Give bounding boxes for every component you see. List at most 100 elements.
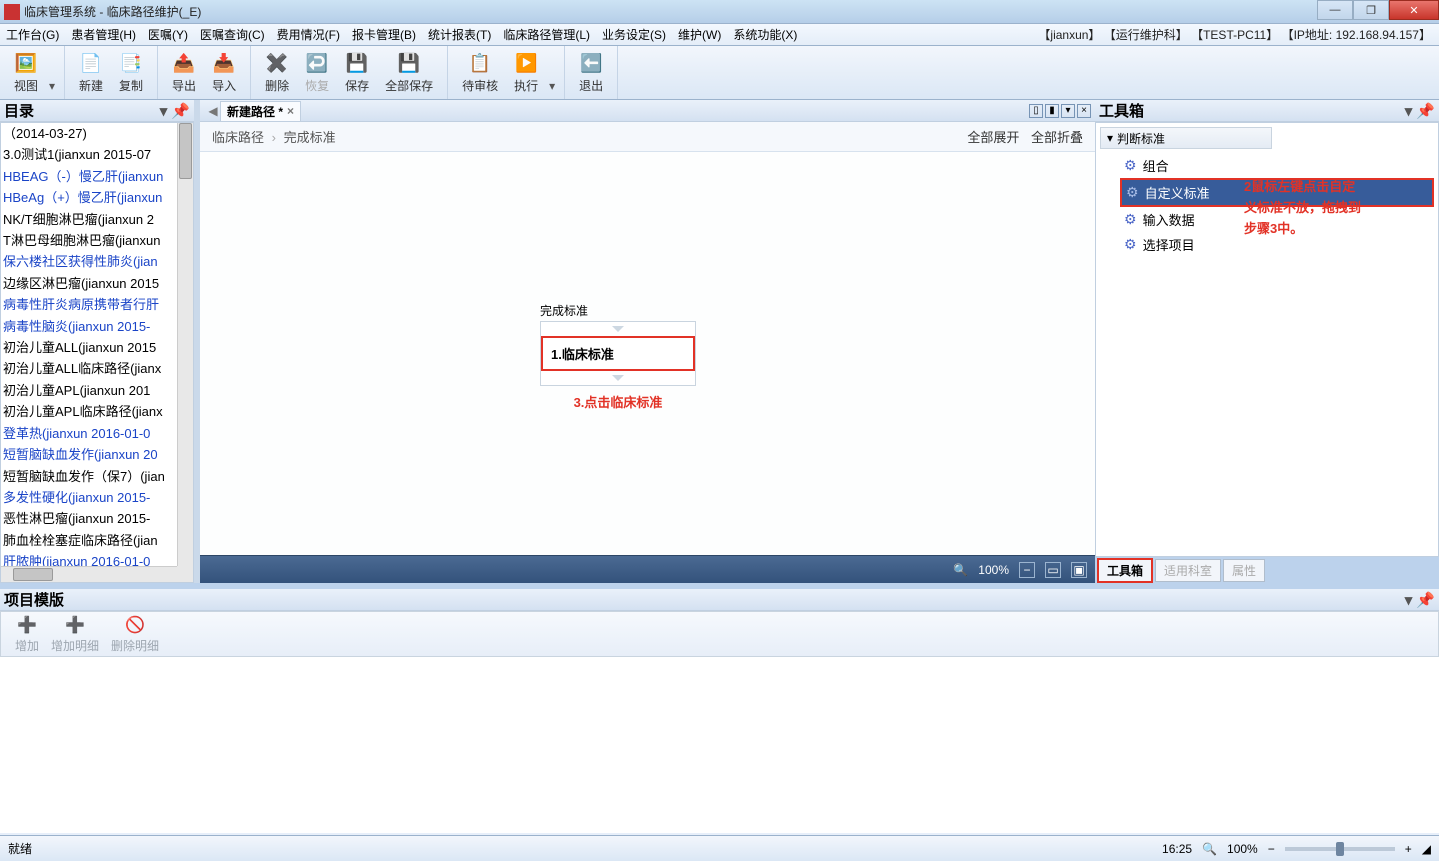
editor-canvas[interactable]: 完成标准 1.临床标准 3.点击临床标准 [200, 152, 1095, 555]
directory-list-item[interactable]: 登革热(jianxun 2016-01-0 [1, 423, 177, 444]
directory-list-item[interactable]: 恶性淋巴瘤(jianxun 2015- [1, 508, 177, 529]
menu-item[interactable]: 医嘱查询(C) [194, 24, 271, 45]
zoom-minus-icon[interactable]: − [1268, 842, 1275, 856]
view-dropdown[interactable]: ▾ [46, 46, 58, 99]
panel-menu-icon[interactable]: ▾ [160, 102, 168, 120]
tabbar-layout2-icon[interactable]: ▮ [1045, 104, 1059, 118]
panel-pin-icon[interactable]: 📌 [1416, 102, 1435, 120]
collapse-all-link[interactable]: 全部折叠 [1031, 130, 1083, 145]
toolbox-panel: 工具箱 ▾ 📌 ▾ 判断标准 ⚙组合⚙自定义标准⚙输入数据⚙选择项目 2鼠标左键… [1095, 100, 1439, 583]
menu-item[interactable]: 医嘱(Y) [142, 24, 194, 45]
execute-button[interactable]: ▶️ 执行 [506, 49, 546, 96]
zoom-plus-icon[interactable]: + [1405, 842, 1412, 856]
tabbar-dropdown-icon[interactable]: ▾ [1061, 104, 1075, 118]
horizontal-scrollbar[interactable] [1, 566, 177, 582]
close-button[interactable]: ✕ [1389, 0, 1439, 20]
directory-list-item[interactable]: 初治儿童ALL(jianxun 2015 [1, 337, 177, 358]
directory-header: 目录 ▾ 📌 [0, 100, 194, 122]
directory-list-item[interactable]: 初治儿童APL(jianxun 201 [1, 380, 177, 401]
zoom-in-button[interactable]: ▣ [1071, 562, 1087, 578]
toolbox-body: ▾ 判断标准 ⚙组合⚙自定义标准⚙输入数据⚙选择项目 2鼠标左键点击自定 义标准… [1095, 122, 1439, 557]
directory-list-item[interactable]: 多发性硬化(jianxun 2015- [1, 487, 177, 508]
zoom-search-icon[interactable]: 🔍 [953, 563, 968, 577]
save-button[interactable]: 💾 保存 [337, 49, 377, 96]
expand-all-link[interactable]: 全部展开 [967, 130, 1019, 145]
export-button[interactable]: 📤 导出 [164, 49, 204, 96]
panel-menu-icon[interactable]: ▾ [1405, 102, 1413, 120]
menu-item[interactable]: 患者管理(H) [65, 24, 142, 45]
panel-menu-icon[interactable]: ▾ [1405, 591, 1413, 609]
toolbox-item[interactable]: ⚙组合 [1120, 153, 1434, 178]
editor-tab[interactable]: 新建路径 * × [220, 101, 301, 121]
pending-button[interactable]: 📋 待审核 [454, 49, 506, 96]
tab-department[interactable]: 适用科室 [1155, 559, 1221, 582]
directory-list-item[interactable]: （2014-03-27) [1, 123, 177, 144]
directory-list-item[interactable]: NK/T细胞淋巴瘤(jianxun 2 [1, 209, 177, 230]
toolbox-item-label: 组合 [1143, 156, 1169, 175]
zoom-out-button[interactable]: − [1019, 562, 1035, 578]
directory-list-item[interactable]: 病毒性脑炎(jianxun 2015- [1, 316, 177, 337]
import-button[interactable]: 📥 导入 [204, 49, 244, 96]
menu-item[interactable]: 业务设定(S) [596, 24, 672, 45]
menu-item[interactable]: 维护(W) [672, 24, 727, 45]
directory-list-item[interactable]: 初治儿童ALL临床路径(jianx [1, 358, 177, 379]
vertical-scrollbar[interactable] [177, 123, 193, 566]
minimize-button[interactable]: — [1317, 0, 1353, 20]
toolbox-title: 工具箱 [1099, 100, 1144, 121]
editor-footer: 🔍 100% − ▭ ▣ [200, 555, 1095, 583]
directory-list-item[interactable]: HBEAG（-）慢乙肝(jianxun [1, 166, 177, 187]
tab-prev-icon[interactable]: ◀ [206, 104, 220, 118]
delete-button[interactable]: ✖️ 删除 [257, 49, 297, 96]
execute-dropdown[interactable]: ▾ [546, 46, 558, 99]
template-title: 项目模版 [4, 589, 64, 610]
main-toolbar: 🖼️ 视图 ▾ 📄 新建 📑 复制 📤 导出 📥 导入 ✖️ 删除 ↩️ [0, 46, 1439, 100]
directory-list-item[interactable]: 3.0测试1(jianxun 2015-07 [1, 144, 177, 165]
tab-properties[interactable]: 属性 [1223, 559, 1265, 582]
directory-list-item[interactable]: 肝脓肿(jianxun 2016-01-0 [1, 551, 177, 566]
tabbar-close-icon[interactable]: × [1077, 104, 1091, 118]
directory-list-item[interactable]: 保六楼社区获得性肺炎(jian [1, 251, 177, 272]
menu-item[interactable]: 费用情况(F) [271, 24, 346, 45]
gear-icon: ⚙ [1124, 236, 1137, 253]
menu-item[interactable]: 统计报表(T) [422, 24, 497, 45]
breadcrumb-item[interactable]: 临床路径 [212, 130, 264, 145]
menu-item[interactable]: 临床路径管理(L) [497, 24, 596, 45]
header-status: 【jianxun】 【运行维护科】 【TEST-PC11】 【IP地址: 192… [1038, 26, 1439, 43]
tabbar-layout1-icon[interactable]: ▯ [1029, 104, 1043, 118]
directory-list-item[interactable]: T淋巴母细胞淋巴瘤(jianxun [1, 230, 177, 251]
maximize-button[interactable]: ❐ [1353, 0, 1389, 20]
save-all-button[interactable]: 💾 全部保存 [377, 49, 441, 96]
directory-list-item[interactable]: 病毒性肝炎病原携带者行肝 [1, 294, 177, 315]
tab-close-icon[interactable]: × [287, 104, 294, 118]
exit-button[interactable]: ⬅️ 退出 [571, 49, 611, 96]
gear-icon: ⚙ [1126, 184, 1139, 201]
menu-item[interactable]: 系统功能(X) [727, 24, 803, 45]
clinical-standard-item[interactable]: 1.临床标准 [541, 336, 695, 371]
breadcrumb-item[interactable]: 完成标准 [284, 130, 336, 145]
toolbox-item-label: 输入数据 [1143, 210, 1195, 229]
zoom-value: 100% [978, 563, 1009, 577]
copy-button[interactable]: 📑 复制 [111, 49, 151, 96]
toolbox-category[interactable]: ▾ 判断标准 [1100, 127, 1272, 149]
zoom-slider[interactable] [1285, 847, 1395, 851]
panel-pin-icon[interactable]: 📌 [171, 102, 190, 120]
menu-item[interactable]: 报卡管理(B) [346, 24, 422, 45]
zoom-fit-button[interactable]: ▭ [1045, 562, 1061, 578]
body: 目录 ▾ 📌 （2014-03-27)3.0测试1(jianxun 2015-0… [0, 100, 1439, 835]
zoom-search-icon[interactable]: 🔍 [1202, 842, 1217, 856]
directory-list-item[interactable]: 初治儿童APL临床路径(jianx [1, 401, 177, 422]
template-canvas [0, 657, 1439, 833]
directory-list-item[interactable]: 短暂脑缺血发作（保7）(jian [1, 466, 177, 487]
new-button[interactable]: 📄 新建 [71, 49, 111, 96]
toolbox-bottom-tabs: 工具箱 适用科室 属性 [1095, 557, 1439, 583]
tab-toolbox[interactable]: 工具箱 [1097, 558, 1153, 583]
menu-item[interactable]: 工作台(G) [0, 24, 65, 45]
directory-list-item[interactable]: HBeAg（+）慢乙肝(jianxun [1, 187, 177, 208]
directory-list-item[interactable]: 短暂脑缺血发作(jianxun 20 [1, 444, 177, 465]
app-icon [4, 4, 20, 20]
template-panel: 项目模版 ▾ 📌 ➕ 增加 ➕ 增加明细 🚫 删除明细 [0, 589, 1439, 835]
panel-pin-icon[interactable]: 📌 [1416, 591, 1435, 609]
directory-list-item[interactable]: 边缘区淋巴瘤(jianxun 2015 [1, 273, 177, 294]
view-button[interactable]: 🖼️ 视图 [6, 49, 46, 96]
directory-list-item[interactable]: 肺血栓栓塞症临床路径(jian [1, 530, 177, 551]
